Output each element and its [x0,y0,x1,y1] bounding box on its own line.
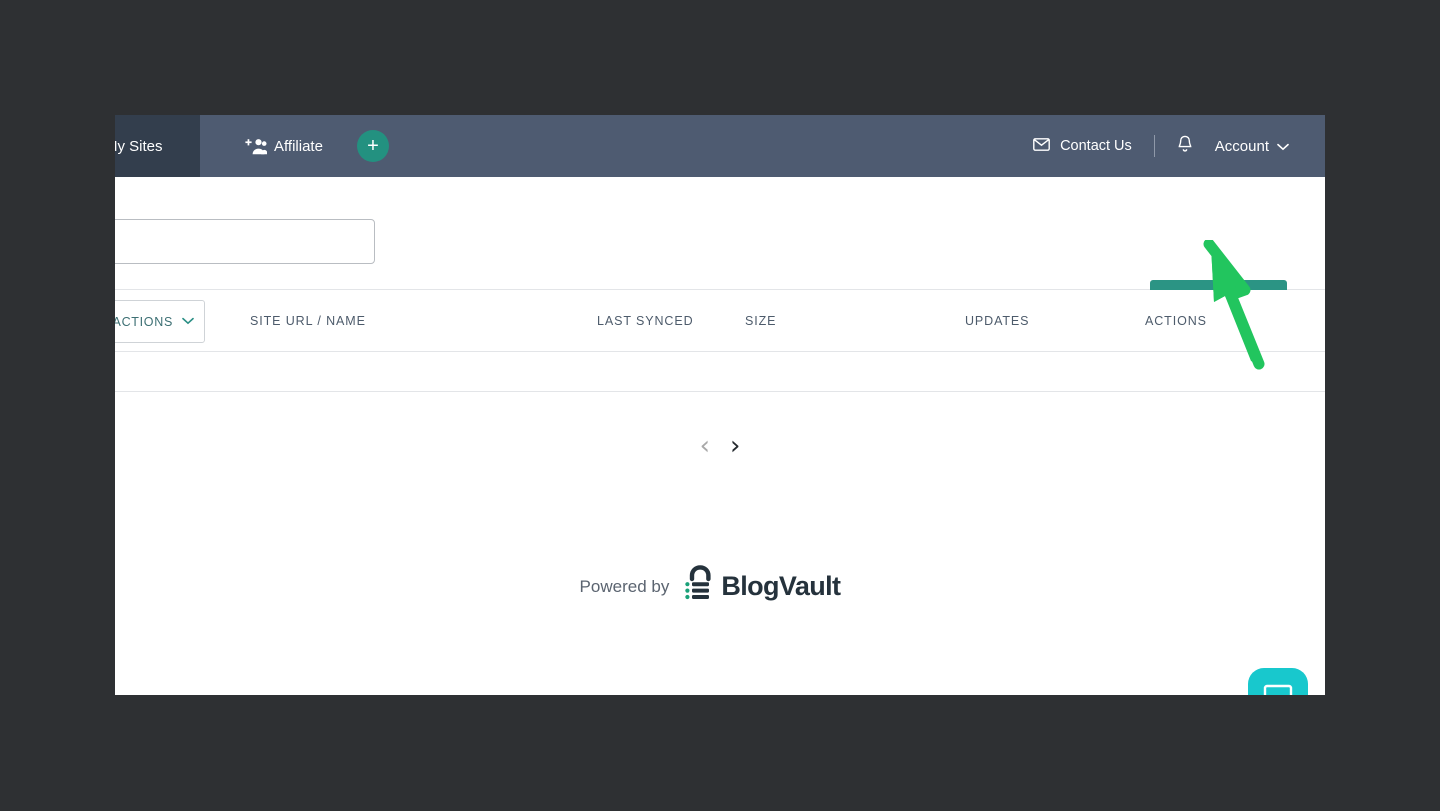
column-header-site-url-name[interactable]: SITE URL / NAME [250,290,366,352]
notifications-button[interactable] [1177,135,1193,158]
account-label: Account [1214,137,1269,155]
search-input[interactable] [115,219,375,264]
plus-icon: + [367,135,379,157]
topbar-right-group: Contact Us Account [1033,115,1325,177]
bulk-actions-dropdown[interactable]: BULK ACTIONS [115,300,205,343]
envelope-icon [1033,137,1050,155]
padlock-stack-icon [683,565,717,608]
blogvault-wordmark: BlogVault [721,571,841,601]
nav-tab-my-sites[interactable]: My Sites [115,115,200,177]
table-header: BULK ACTIONS SITE URL / NAME LAST SYNCED… [115,290,1325,352]
chevron-down-icon [1277,138,1289,155]
nav-item-affiliate-label: Affiliate [274,137,323,155]
app-window: My Sites Affiliate + [115,115,1325,695]
column-header-last-synced[interactable]: LAST SYNCED [597,290,694,352]
column-header-actions[interactable]: ACTIONS [1145,290,1207,352]
table-row [115,352,1325,392]
pagination: ‹ › [115,433,1325,459]
bulk-actions-label: BULK ACTIONS [115,314,173,329]
footer-brand: Powered by BlogVault [115,565,1305,608]
pagination-next-button[interactable]: › [730,433,740,459]
chevron-down-icon [182,316,194,328]
column-header-updates[interactable]: UPDATES [965,290,1029,352]
chat-bubble-icon [1263,682,1293,695]
nav-links: Affiliate + [200,115,389,177]
bell-icon [1177,135,1193,158]
add-people-icon [245,138,268,155]
topbar-divider [1153,135,1155,157]
chat-widget-button[interactable] [1248,668,1308,695]
add-new-button[interactable]: + [356,130,389,162]
powered-by-label: Powered by [579,576,670,596]
pagination-prev-button[interactable]: ‹ [700,433,710,459]
contact-us-link[interactable]: Contact Us [1033,137,1132,155]
blogvault-logo: BlogVault [683,565,841,608]
toolbar: Advanced Search|Clear Search + Add Site [115,177,1325,322]
account-menu[interactable]: Account [1215,138,1289,155]
top-navigation-bar: My Sites Affiliate + [115,115,1325,177]
nav-tab-my-sites-label: My Sites [115,137,163,155]
contact-us-label: Contact Us [1060,138,1132,154]
nav-item-affiliate[interactable]: Affiliate [245,138,323,155]
column-header-size[interactable]: SIZE [745,290,776,352]
